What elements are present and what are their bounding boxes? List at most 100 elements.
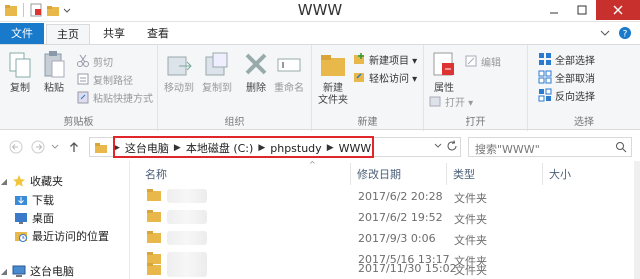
modified-cell: 2017/6/2 19:52 bbox=[358, 211, 443, 224]
edit-button[interactable]: 编辑 bbox=[464, 53, 501, 69]
new-folder-button[interactable]: 新建 文件夹 bbox=[318, 49, 348, 107]
type-cell: 文件夹 bbox=[454, 213, 487, 226]
close-button[interactable] bbox=[596, 0, 640, 20]
address-controls bbox=[434, 140, 458, 152]
blurred-file-name bbox=[167, 210, 207, 224]
tab-home[interactable]: 主页 bbox=[46, 24, 90, 44]
help-area: ? bbox=[600, 26, 632, 40]
new-folder-label: 新建 文件夹 bbox=[318, 83, 348, 106]
maximize-icon bbox=[577, 5, 587, 15]
column-header-label: 类型 bbox=[453, 168, 475, 181]
minimize-icon bbox=[550, 12, 558, 14]
chevron-down-icon[interactable] bbox=[434, 142, 442, 150]
select-group-label: 选择 bbox=[574, 117, 594, 128]
copy-path-icon bbox=[76, 72, 90, 86]
properties-button[interactable]: 属性 bbox=[430, 49, 458, 95]
new-group: 新建 文件夹 新建项目 ▾ 轻松访问 ▾ 新建 bbox=[312, 45, 424, 131]
back-arrow-icon bbox=[9, 140, 23, 154]
open-group: 属性 编辑 打开 ▾ 打开 bbox=[424, 45, 528, 131]
folder-icon bbox=[95, 143, 107, 153]
search-placeholder: 搜索"WWW" bbox=[475, 143, 540, 156]
forward-arrow-icon bbox=[31, 140, 45, 154]
back-button[interactable] bbox=[8, 139, 24, 155]
new-item-icon bbox=[352, 52, 366, 66]
rename-button[interactable]: 重命名 bbox=[274, 49, 304, 95]
paste-icon bbox=[40, 49, 68, 81]
search-box[interactable]: 搜索"WWW" bbox=[468, 137, 632, 157]
easy-access-icon bbox=[352, 70, 366, 84]
open-group-label: 打开 bbox=[465, 117, 486, 128]
copy-button[interactable]: 复制 bbox=[6, 49, 34, 95]
nav-item-favorites[interactable]: ◢ 收藏夹 bbox=[0, 171, 63, 191]
blurred-file-name bbox=[167, 231, 207, 245]
collapse-caret-icon[interactable]: ◢ bbox=[0, 267, 8, 276]
edit-label: 编辑 bbox=[481, 57, 501, 69]
easy-access-label: 轻松访问 ▾ bbox=[369, 73, 418, 85]
cut-button[interactable]: 剪切 bbox=[76, 53, 113, 69]
recent-locations-button[interactable] bbox=[50, 139, 60, 155]
nav-item-downloads[interactable]: 下载 bbox=[14, 190, 54, 210]
column-header-type[interactable]: 类型 bbox=[447, 163, 543, 185]
blurred-file-name bbox=[167, 263, 207, 277]
column-header-size[interactable]: 大小 bbox=[543, 163, 639, 185]
invert-selection-button[interactable]: 反向选择 bbox=[538, 87, 595, 103]
minimize-button[interactable] bbox=[540, 0, 568, 20]
column-header-modified[interactable]: 修改日期 bbox=[351, 163, 447, 185]
ribbon: 复制 粘贴 剪切 复制路径 粘贴快捷方式 剪贴板 移动到 复制到 删除 重命名 … bbox=[0, 44, 640, 131]
select-none-button[interactable]: 全部取消 bbox=[538, 69, 595, 85]
cut-label: 剪切 bbox=[93, 57, 113, 69]
copy-to-button[interactable]: 复制到 bbox=[202, 49, 232, 95]
delete-x-icon bbox=[242, 49, 270, 81]
properties-icon bbox=[430, 49, 458, 81]
table-row[interactable]: 2017/11/30 15:02 文件夹 bbox=[131, 261, 640, 279]
tab-share[interactable]: 共享 bbox=[98, 24, 130, 44]
chevron-down-icon[interactable] bbox=[600, 28, 610, 38]
new-item-button[interactable]: 新建项目 ▾ bbox=[352, 51, 417, 67]
maximize-button[interactable] bbox=[568, 0, 596, 20]
nav-item-label: 这台电脑 bbox=[30, 265, 74, 278]
table-row[interactable]: 2017/6/2 19:52 文件夹 bbox=[131, 207, 640, 228]
refresh-icon[interactable] bbox=[446, 140, 458, 152]
folder-icon bbox=[147, 231, 161, 243]
delete-button[interactable]: 删除 bbox=[242, 49, 270, 95]
recent-places-icon bbox=[14, 229, 28, 243]
paste-shortcut-button[interactable]: 粘贴快捷方式 bbox=[76, 89, 153, 105]
help-icon[interactable]: ? bbox=[618, 26, 632, 40]
select-group: 全部选择 全部取消 反向选择 选择 bbox=[528, 45, 640, 131]
paste-button[interactable]: 粘贴 bbox=[40, 49, 68, 95]
up-button[interactable] bbox=[66, 139, 82, 155]
paste-label: 粘贴 bbox=[44, 83, 64, 94]
star-icon bbox=[12, 174, 26, 188]
desktop-icon bbox=[14, 211, 28, 225]
type-cell: 文件夹 bbox=[454, 264, 487, 277]
modified-cell: 2017/9/3 0:06 bbox=[358, 232, 436, 245]
collapse-caret-icon[interactable]: ◢ bbox=[0, 177, 8, 186]
copy-label: 复制 bbox=[10, 83, 30, 94]
open-button[interactable]: 打开 ▾ bbox=[428, 93, 473, 109]
move-to-icon bbox=[165, 49, 193, 81]
table-row[interactable]: 2017/6/2 20:28 文件夹 bbox=[131, 186, 640, 207]
move-to-button[interactable]: 移动到 bbox=[164, 49, 194, 95]
table-row[interactable]: 2017/9/3 0:06 文件夹 bbox=[131, 228, 640, 249]
nav-item-label: 桌面 bbox=[32, 212, 54, 225]
select-all-button[interactable]: 全部选择 bbox=[538, 51, 595, 67]
column-header-name[interactable]: ^ 名称 bbox=[139, 160, 351, 185]
easy-access-button[interactable]: 轻松访问 ▾ bbox=[352, 69, 417, 85]
copy-path-button[interactable]: 复制路径 bbox=[76, 71, 133, 87]
nav-item-recent-places[interactable]: 最近访问的位置 bbox=[14, 226, 109, 246]
address-highlight-box bbox=[113, 136, 374, 158]
nav-item-this-pc[interactable]: ◢ 这台电脑 bbox=[0, 261, 74, 279]
tab-view[interactable]: 查看 bbox=[142, 24, 174, 44]
navigation-pane: ◢ 收藏夹 下载 桌面 最近访问的位置 ◢ 这台电脑 bbox=[0, 161, 130, 279]
nav-item-desktop[interactable]: 桌面 bbox=[14, 208, 54, 228]
tab-file[interactable]: 文件 bbox=[0, 23, 44, 44]
search-icon[interactable] bbox=[615, 141, 627, 153]
edit-icon bbox=[464, 54, 478, 68]
clipboard-group-label: 剪贴板 bbox=[63, 117, 94, 128]
vertical-scrollbar[interactable] bbox=[634, 161, 640, 279]
delete-label: 删除 bbox=[246, 83, 266, 94]
forward-button[interactable] bbox=[30, 139, 46, 155]
chevron-down-icon bbox=[51, 144, 59, 149]
select-all-icon bbox=[538, 52, 552, 66]
copy-path-label: 复制路径 bbox=[93, 75, 133, 87]
